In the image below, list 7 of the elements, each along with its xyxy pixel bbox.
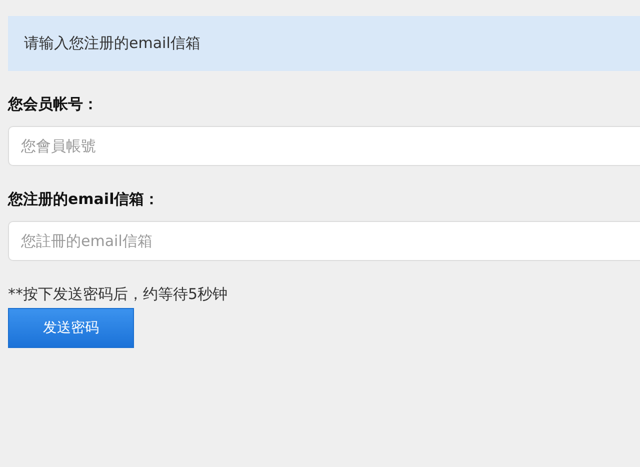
field-label: 您会员帐号： bbox=[8, 95, 98, 114]
input-field[interactable]: 您會員帳號 bbox=[8, 126, 640, 166]
field-label: 您注册的email信箱： bbox=[8, 190, 160, 209]
send-password-button[interactable]: 发送密码 bbox=[8, 308, 134, 348]
hint-text: **按下发送密码后，约等待5秒钟 bbox=[8, 285, 228, 304]
alert-message: 请输入您注册的email信箱 bbox=[24, 34, 200, 53]
input-field[interactable]: 您註冊的email信箱 bbox=[8, 221, 640, 261]
